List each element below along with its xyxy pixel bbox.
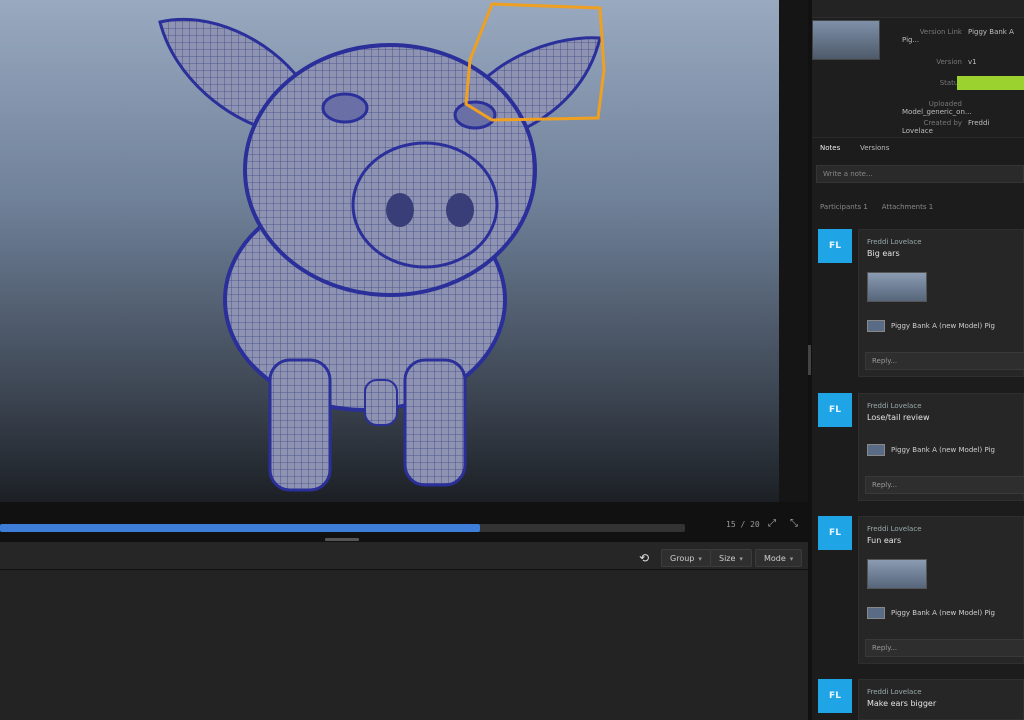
note-body: Lose/tail review [867,413,930,422]
lower-panel [0,571,808,720]
avatar[interactable]: FL [818,229,852,263]
timeline-bar [0,502,808,542]
filter-participants[interactable]: Participants 1 [820,203,868,211]
fullscreen-icon[interactable]: ⤡ [788,518,800,530]
linked-version[interactable]: Piggy Bank A (new Model) Pig [867,607,995,621]
status-badge[interactable] [957,76,1024,90]
size-label: Size [719,554,736,563]
note-body: Big ears [867,249,900,258]
attachment-thumbnail[interactable] [867,272,927,302]
chevron-down-icon: ▾ [789,555,794,563]
size-dropdown[interactable]: Size ▾ [710,549,752,567]
panel-resize-grip[interactable] [325,538,359,541]
mode-dropdown[interactable]: Mode ▾ [755,549,803,567]
note-author[interactable]: Freddi Lovelace [867,402,922,410]
version-thumbnail[interactable] [812,20,880,60]
version-thumb-icon [867,320,885,332]
note-card: Freddi Lovelace Lose/tail review Piggy B… [858,393,1024,501]
reply-input[interactable]: Reply... [865,352,1024,370]
meta-version: Version v1 [936,58,977,66]
tab-notes[interactable]: Notes [820,144,840,152]
details-header [812,0,1024,18]
linked-version[interactable]: Piggy Bank A (new Model) Pig [867,444,995,458]
playback-progress [0,524,480,532]
note-card: Freddi Lovelace Fun ears Piggy Bank A (n… [858,516,1024,664]
playback-track[interactable] [0,524,685,532]
expand-icon[interactable]: ⤢ [766,518,778,530]
attachment-thumbnail[interactable] [867,559,927,589]
version-thumb-icon [867,444,885,456]
meta-uploaded: UploadedModel_generic_on... [902,100,972,116]
group-label: Group [670,554,695,563]
reply-input[interactable]: Reply... [865,476,1024,494]
group-dropdown[interactable]: Group ▾ [661,549,711,567]
reply-input[interactable]: Reply... [865,639,1024,657]
viewer-side-strip [779,0,808,502]
avatar[interactable]: FL [818,516,852,550]
note-author[interactable]: Freddi Lovelace [867,688,922,696]
note-body: Fun ears [867,536,902,545]
linked-version[interactable]: Piggy Bank A (new Model) Pig [867,320,995,334]
timecode: 15 / 20 [726,520,760,529]
divider-grip[interactable] [808,345,811,375]
loop-icon[interactable]: ⟲ [636,550,652,566]
mode-label: Mode [764,554,786,563]
note-card: Freddi Lovelace Make ears bigger [858,679,1024,720]
review-player: 15 / 20 ⤢ ⤡ ⟲ Group ▾ Size ▾ Mode ▾ [0,0,808,720]
note-card: Freddi Lovelace Big ears Piggy Bank A (n… [858,229,1024,377]
note-filters: Participants 1 Attachments 1 [820,203,947,211]
meta-created-by: Created by Freddi Lovelace [902,119,990,135]
activity-panel: Version Link Piggy Bank A Pig... Version v… [812,0,1024,720]
media-viewer[interactable] [0,0,779,502]
note-author[interactable]: Freddi Lovelace [867,525,922,533]
note-author[interactable]: Freddi Lovelace [867,238,922,246]
meta-version-link: Version Link Piggy Bank A Pig... [902,28,1014,44]
chevron-down-icon: ▾ [739,555,743,563]
note-input[interactable]: Write a note... [816,165,1024,183]
tab-versions[interactable]: Versions [860,144,889,152]
avatar[interactable]: FL [818,679,852,713]
avatar[interactable]: FL [818,393,852,427]
note-body: Make ears bigger [867,699,937,708]
pig-model-render [158,2,606,492]
filter-attachments[interactable]: Attachments 1 [882,203,933,211]
chevron-down-icon: ▾ [698,555,702,563]
version-thumb-icon [867,607,885,619]
